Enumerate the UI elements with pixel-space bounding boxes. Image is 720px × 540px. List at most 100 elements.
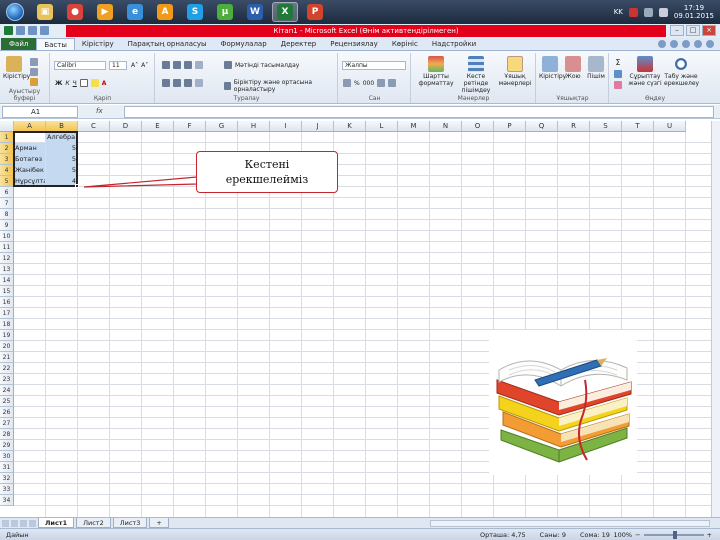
column-header[interactable]: T (622, 121, 654, 132)
fill-color-icon[interactable] (90, 79, 99, 87)
network-icon[interactable] (643, 7, 653, 17)
next-sheet-button[interactable] (20, 519, 27, 527)
column-header[interactable]: D (110, 121, 142, 132)
column-header[interactable]: U (654, 121, 686, 132)
column-header[interactable]: O (462, 121, 494, 132)
column-header[interactable]: P (494, 121, 526, 132)
row-header[interactable]: 15 (0, 286, 14, 297)
column-header[interactable]: H (238, 121, 270, 132)
row-header[interactable]: 17 (0, 308, 14, 319)
underline-icon[interactable]: Ч (73, 80, 77, 87)
merge-center-button[interactable]: Біріктіру және ортасына орналастыру (224, 79, 337, 93)
taskbar-skype[interactable]: S (182, 2, 208, 22)
font-color-icon[interactable]: A (102, 80, 107, 87)
align-left-icon[interactable] (162, 79, 170, 87)
row-header[interactable]: 23 (0, 374, 14, 385)
row-header[interactable]: 4 (0, 165, 14, 176)
help-icon[interactable] (670, 40, 678, 48)
shrink-font-icon[interactable]: A˅ (141, 62, 148, 69)
row-header[interactable]: 14 (0, 275, 14, 286)
row-header[interactable]: 8 (0, 209, 14, 220)
flag-icon[interactable] (628, 7, 638, 17)
new-sheet-icon[interactable]: + (149, 518, 169, 528)
taskbar-chrome[interactable]: ● (62, 2, 88, 22)
vertical-scrollbar[interactable] (711, 121, 720, 517)
row-header[interactable]: 7 (0, 198, 14, 209)
orientation-icon[interactable] (195, 61, 203, 69)
insert-cells-button[interactable]: Кірістіру (539, 56, 566, 80)
row-header[interactable]: 27 (0, 418, 14, 429)
format-cells-button[interactable]: Пішім (585, 56, 607, 80)
row-header[interactable]: 26 (0, 407, 14, 418)
align-middle-icon[interactable] (173, 61, 181, 69)
column-header[interactable]: F (174, 121, 206, 132)
row-header[interactable]: 34 (0, 495, 14, 506)
decrease-decimal-icon[interactable] (388, 79, 397, 87)
bold-icon[interactable]: Ж (55, 80, 62, 87)
row-header[interactable]: 1 (0, 132, 14, 143)
row-header[interactable]: 31 (0, 462, 14, 473)
row-header[interactable]: 24 (0, 385, 14, 396)
horizontal-scrollbar[interactable] (430, 519, 710, 527)
row-header[interactable]: 11 (0, 242, 14, 253)
formula-input[interactable] (124, 106, 714, 118)
maximize-button[interactable]: □ (686, 25, 700, 36)
currency-icon[interactable] (343, 79, 351, 87)
ribbon-tab[interactable]: Формулалар (214, 38, 274, 50)
name-box[interactable]: A1 (2, 106, 78, 118)
undo-icon[interactable] (28, 26, 37, 35)
column-header[interactable]: K (334, 121, 366, 132)
align-bottom-icon[interactable] (184, 61, 192, 69)
column-header[interactable]: E (142, 121, 174, 132)
row-header[interactable]: 9 (0, 220, 14, 231)
clock[interactable]: 17:19 09.01.2015 (674, 4, 714, 20)
column-header[interactable]: I (270, 121, 302, 132)
select-all-corner[interactable] (0, 121, 14, 132)
row-header[interactable]: 30 (0, 451, 14, 462)
ribbon-tab[interactable]: Басты (36, 38, 75, 50)
column-header[interactable]: L (366, 121, 398, 132)
column-header[interactable]: R (558, 121, 590, 132)
sheet-tab[interactable]: Лист2 (76, 518, 111, 528)
align-right-icon[interactable] (184, 79, 192, 87)
number-format-dropdown[interactable]: Жалпы (342, 61, 406, 70)
taskbar-excel[interactable]: X (272, 2, 298, 22)
last-sheet-button[interactable] (29, 519, 36, 527)
align-top-icon[interactable] (162, 61, 170, 69)
ribbon-tab[interactable]: Кірістіру (75, 38, 121, 50)
first-sheet-button[interactable] (2, 519, 9, 527)
cell-styles-button[interactable]: Ұяшық мәнерлері (498, 56, 532, 87)
row-header[interactable]: 21 (0, 352, 14, 363)
zoom-in-icon[interactable]: + (707, 531, 712, 539)
column-header[interactable]: N (430, 121, 462, 132)
ribbon-tab[interactable]: Рецензиялау (323, 38, 385, 50)
row-header[interactable]: 12 (0, 253, 14, 264)
row-header[interactable]: 3 (0, 154, 14, 165)
row-header[interactable]: 10 (0, 231, 14, 242)
fill-icon[interactable] (614, 70, 622, 78)
ribbon-tab[interactable]: Надстройки (425, 38, 483, 50)
column-header[interactable]: Q (526, 121, 558, 132)
conditional-formatting-button[interactable]: Шартты форматтау (418, 56, 454, 87)
row-header[interactable]: 5 (0, 176, 14, 187)
format-painter-icon[interactable] (30, 78, 38, 86)
zoom-level[interactable]: 100% (614, 531, 633, 539)
sheet-tab[interactable]: Лист1 (38, 518, 75, 528)
font-name-dropdown[interactable]: Calibri (54, 61, 106, 70)
ribbon-tab[interactable]: Деректер (274, 38, 324, 50)
taskbar-windows-explorer[interactable]: ▣ (32, 2, 58, 22)
sheet-tab[interactable]: Лист3 (112, 518, 148, 528)
autosum-icon[interactable]: Σ (615, 58, 620, 67)
window-minimize-icon[interactable] (682, 40, 690, 48)
minimize-ribbon-icon[interactable] (658, 40, 666, 48)
volume-icon[interactable] (658, 7, 668, 17)
taskbar-avast[interactable]: A (152, 2, 178, 22)
window-restore-icon[interactable] (694, 40, 702, 48)
row-header[interactable]: 25 (0, 396, 14, 407)
row-header[interactable]: 20 (0, 341, 14, 352)
column-header[interactable]: M (398, 121, 430, 132)
row-header[interactable]: 19 (0, 330, 14, 341)
clear-icon[interactable] (614, 81, 622, 89)
row-header[interactable]: 16 (0, 297, 14, 308)
start-button[interactable] (2, 1, 28, 23)
